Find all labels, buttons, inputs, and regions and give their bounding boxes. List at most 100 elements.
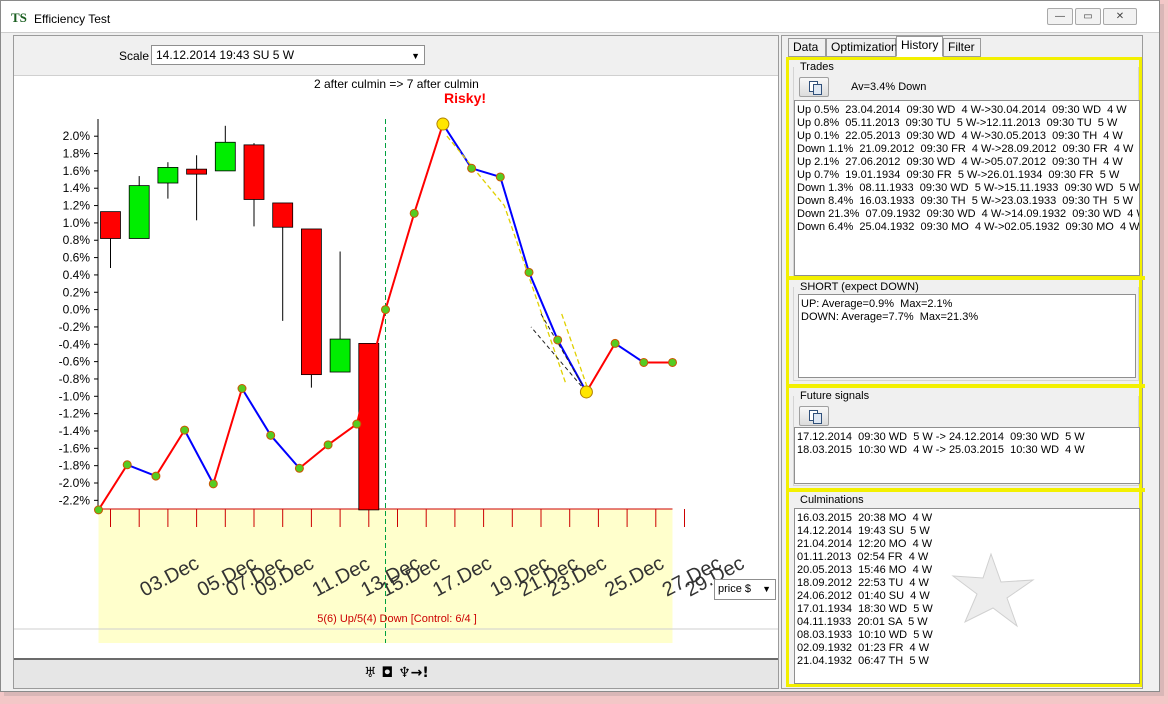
trade-row[interactable]: Down 6.4% 25.04.1932 09:30 MO 4 W->02.05… [797,221,1139,234]
y-tick-label: -0.4% [59,337,91,351]
y-tick-label: -2.0% [59,476,91,490]
trade-row[interactable]: Down 1.3% 08.11.1933 09:30 WD 5 W->15.11… [797,182,1139,195]
trade-row[interactable]: Up 0.8% 05.11.2013 09:30 TU 5 W->12.11.2… [797,117,1137,130]
short-stat-row[interactable]: DOWN: Average=7.7% Max=21.3% [801,311,1133,324]
extreme-point [436,117,450,131]
efficiency-chart[interactable]: 2.0% 1.8% 1.6% 1.4% 1.2% 1.0% 0.8% 0.6% 0.4% 0.2%… [14,76,778,658]
copy-trades-button[interactable] [799,77,829,97]
y-tick-label: 1.4% [63,181,91,195]
trade-row[interactable]: Down 8.4% 16.03.1933 09:30 TH 5 W->23.03… [797,195,1137,208]
y-tick-label: 0.2% [63,285,91,299]
y-tick-label: 2.0% [63,129,91,143]
maximize-button[interactable]: ▭ [1075,8,1101,25]
scale-label: Scale [119,49,150,63]
trades-average: Av=3.4% Down [851,81,927,93]
tab-filter[interactable]: Filter [943,38,981,57]
planet-symbols[interactable]: ♅ ◘ ♆→! [364,665,429,681]
series-segment [212,388,243,485]
series-segment [413,123,444,214]
culmination-row[interactable]: 14.12.2014 19:43 SU 5 W [797,525,1137,538]
short-label: SHORT (expect DOWN) [798,281,921,293]
tab-history[interactable]: History [896,36,943,57]
window-title: Efficiency Test [34,12,111,26]
short-stat-row[interactable]: UP: Average=0.9% Max=2.1% [801,298,1133,311]
data-point [553,335,563,345]
trades-list[interactable]: Up 0.5% 23.04.2014 09:30 WD 4 W->30.04.2… [794,100,1140,276]
data-point [639,357,649,367]
future-signals-list[interactable]: 17.12.2014 09:30 WD 5 W -> 24.12.2014 09… [794,427,1140,484]
tab-optimization[interactable]: Optimization [826,38,898,57]
data-point [151,471,161,481]
future-signal-row[interactable]: 18.03.2015 10:30 WD 4 W -> 25.03.2015 10… [797,444,1137,457]
series-segment [155,429,186,477]
separator [789,488,1145,492]
risky-label: Risky! [444,90,486,106]
separator [789,384,1145,388]
series-segment [556,339,588,393]
y-tick-label: -0.2% [59,320,91,334]
data-point [94,505,103,515]
copy-future-button[interactable] [799,406,829,426]
candle-red [100,211,121,239]
y-tick-label: 1.8% [63,147,91,161]
scale-dropdown-value: 14.12.2014 19:43 SU 5 W [156,48,295,62]
chart-panel: Scale 14.12.2014 19:43 SU 5 W ▼ 2.0% 1.8%… [13,35,779,689]
bottom-toolbar: ♅ ◘ ♆→! [14,658,778,688]
short-stats: UP: Average=0.9% Max=2.1% DOWN: Average=7… [798,294,1136,378]
candle-red [300,228,322,376]
data-point [467,163,477,173]
y-tick-label: 1.6% [63,164,91,178]
trade-row[interactable]: Up 0.5% 23.04.2014 09:30 WD 4 W->30.04.2… [797,104,1137,117]
star-watermark [951,552,1035,628]
y-tick-label: 0.4% [63,268,91,282]
trade-row[interactable]: Up 2.1% 27.06.2012 09:30 WD 4 W->05.07.2… [797,156,1137,169]
trade-row[interactable]: Up 0.7% 19.01.1934 09:30 FR 5 W->26.01.1… [797,169,1137,182]
series-segment [614,342,645,364]
scale-dropdown[interactable]: 14.12.2014 19:43 SU 5 W ▼ [151,45,425,65]
data-point [610,338,620,348]
series-segment [183,429,215,485]
culmination-row[interactable]: 21.04.1932 06:47 TH 5 W [797,655,1137,668]
series-segment [528,271,559,341]
culmination-row[interactable]: 08.03.1933 10:10 WD 5 W [797,629,1137,642]
summary-text: 5(6) Up/5(4) Down [Control: 6/4 ] [317,613,477,625]
y-tick-label: -1.2% [59,407,91,421]
series-segment [499,176,530,273]
future-label: Future signals [798,390,872,402]
culmination-row[interactable]: 16.03.2015 20:38 MO 4 W [797,512,1137,525]
close-button[interactable]: ✕ [1103,8,1137,25]
culmination-row[interactable]: 02.09.1932 01:23 FR 4 W [797,642,1137,655]
price-dropdown[interactable]: price $ ▼ [714,579,776,600]
data-point [668,357,677,367]
series-segment [327,423,358,446]
candle-green [214,141,236,172]
y-tick-label: 0.6% [63,251,91,265]
series-segment [269,434,301,469]
side-panel: Data Optimization History Filter Trades … [781,35,1145,689]
data-point [180,425,190,435]
history-content: Trades Av=3.4% Down Up 0.5% 23.04.2014 0… [786,57,1145,687]
data-point [323,440,333,450]
tab-data[interactable]: Data [788,38,826,57]
chevron-down-icon: ▼ [411,51,420,61]
series-segment [97,464,129,511]
y-tick-label: -1.4% [59,424,91,438]
series-segment [126,463,157,477]
data-point [266,430,276,440]
trade-row[interactable]: Down 21.3% 07.09.1932 09:30 WD 4 W->14.0… [797,208,1139,221]
candle-green [157,167,179,184]
series-segment [384,213,416,310]
trade-row[interactable]: Up 0.1% 22.05.2013 09:30 WD 4 W->30.05.2… [797,130,1137,143]
trades-label: Trades [798,61,836,73]
y-tick-label: -1.6% [59,441,91,455]
main-window: TS Efficiency Test — ▭ ✕ Scale 14.12.201… [0,0,1160,692]
trade-row[interactable]: Down 1.1% 21.09.2012 09:30 FR 4 W->28.09… [797,143,1137,156]
minimize-button[interactable]: — [1047,8,1073,25]
scale-toolbar: Scale 14.12.2014 19:43 SU 5 W ▼ [14,36,778,76]
chart-annotation: 2 after culmin => 7 after culmin [314,77,479,91]
candle-red [272,202,294,228]
future-signal-row[interactable]: 17.12.2014 09:30 WD 5 W -> 24.12.2014 09… [797,431,1137,444]
series-segment [585,342,616,393]
y-tick-label: -0.6% [59,355,91,369]
data-point [122,460,132,470]
